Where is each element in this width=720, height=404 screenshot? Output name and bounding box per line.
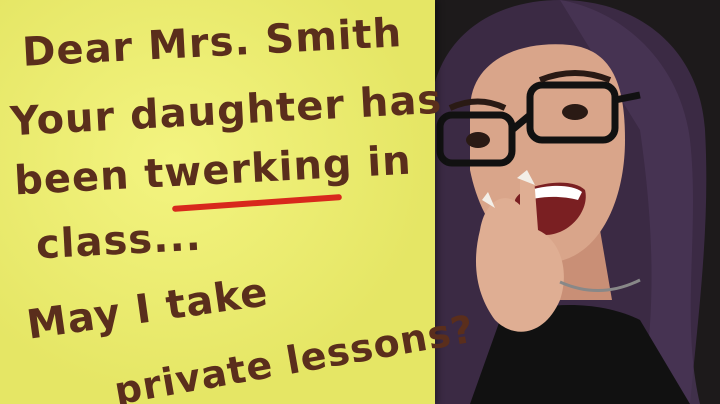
note-line-4: class... <box>34 213 203 269</box>
sticky-note: Dear Mrs. Smith Your daughter has been t… <box>0 0 477 404</box>
thumbnail: Dear Mrs. Smith Your daughter has been t… <box>0 0 720 404</box>
